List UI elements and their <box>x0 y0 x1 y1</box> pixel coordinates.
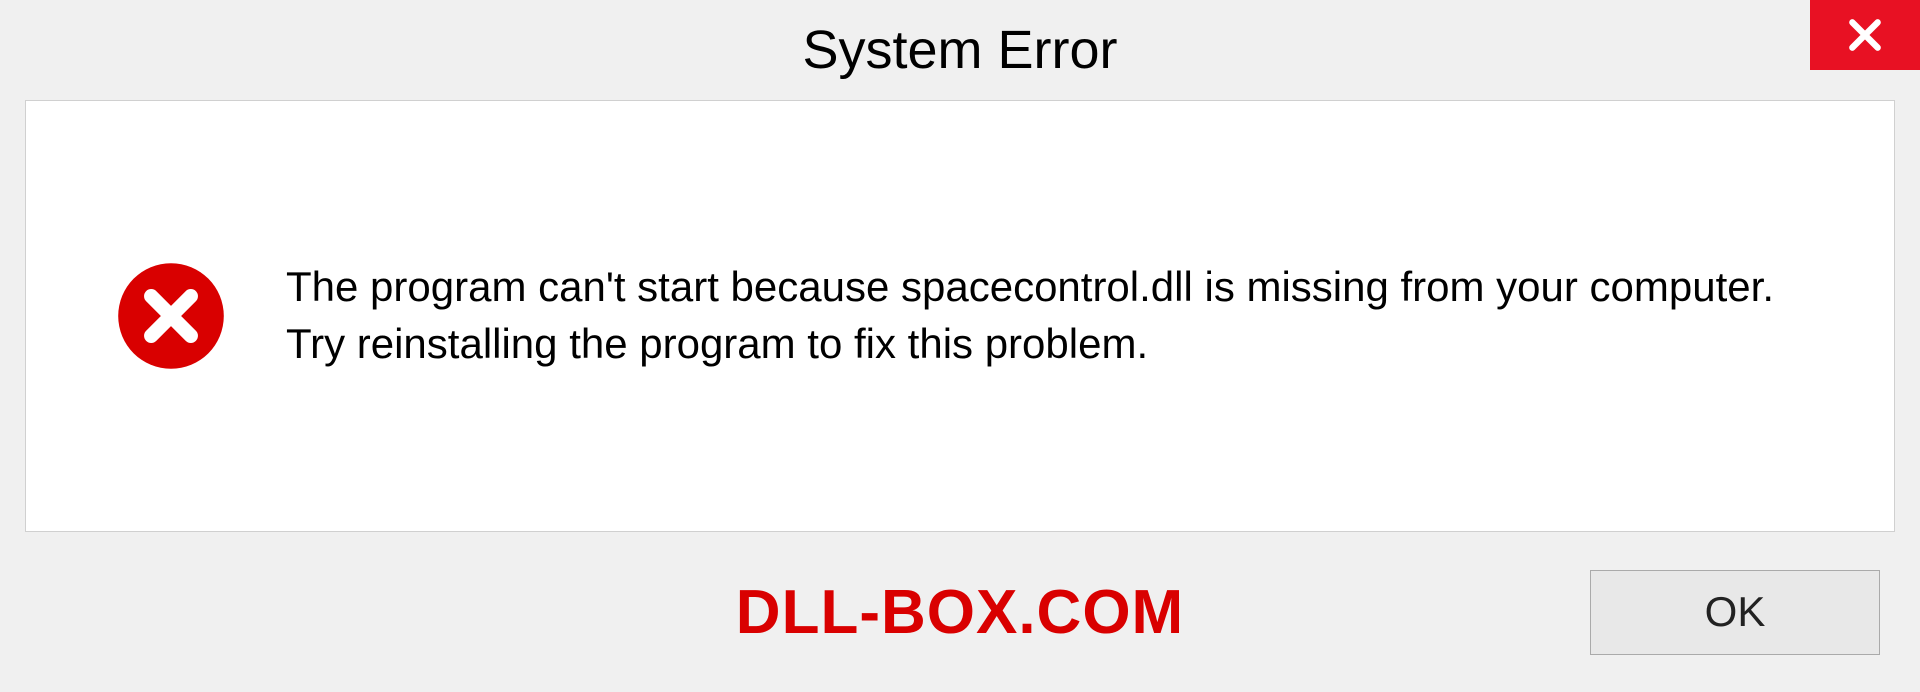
ok-button[interactable]: OK <box>1590 570 1880 655</box>
titlebar: System Error <box>0 0 1920 100</box>
dialog-title: System Error <box>802 19 1117 81</box>
watermark-text: DLL-BOX.COM <box>736 577 1184 648</box>
error-icon <box>116 261 226 371</box>
close-icon <box>1846 16 1884 54</box>
error-message: The program can't start because spacecon… <box>286 259 1804 372</box>
close-button[interactable] <box>1810 0 1920 70</box>
error-dialog: System Error The program can't start bec… <box>0 0 1920 692</box>
dialog-footer: DLL-BOX.COM OK <box>0 552 1920 692</box>
content-area: The program can't start because spacecon… <box>25 100 1895 532</box>
